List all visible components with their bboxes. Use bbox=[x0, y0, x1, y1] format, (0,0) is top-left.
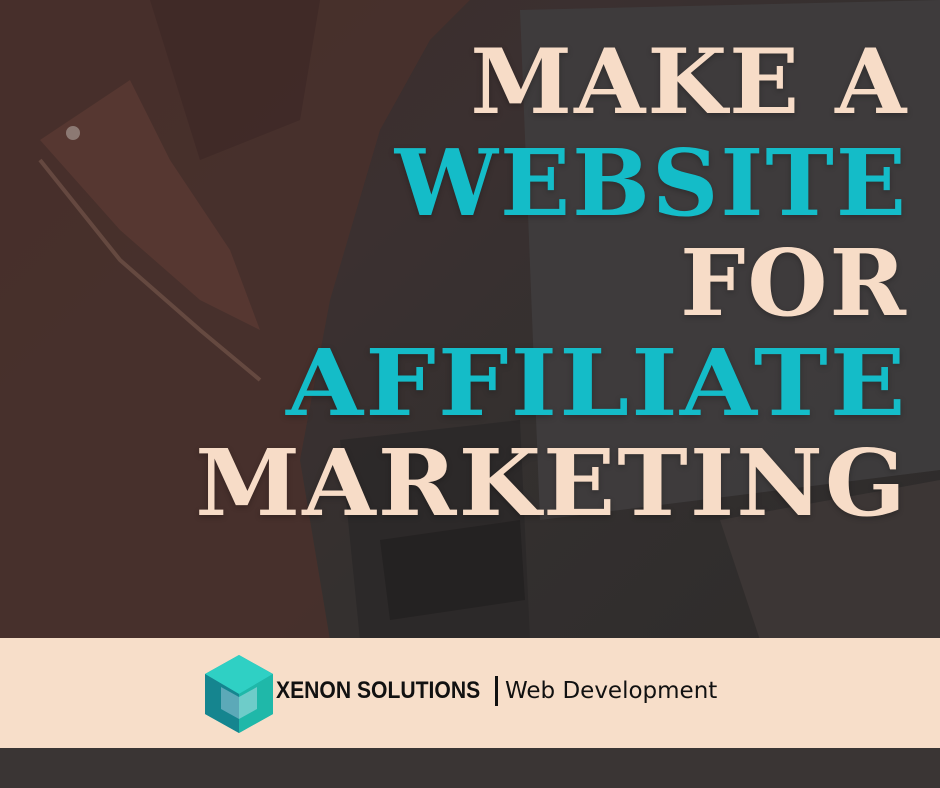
headline-line-1: MAKE A bbox=[469, 29, 908, 135]
bottom-strip bbox=[0, 748, 940, 788]
promo-banner: MAKE A WEBSITE FOR AFFILIATE MARKETING X… bbox=[0, 0, 940, 788]
divider bbox=[495, 676, 498, 706]
headline-line-2: WEBSITE bbox=[394, 129, 908, 237]
brand-tagline: Web Development bbox=[505, 678, 718, 704]
hexagon-cube-logo-icon bbox=[205, 655, 273, 733]
brand-bar: XENON SOLUTIONS Web Development bbox=[0, 638, 940, 748]
headline-line-5: MARKETING bbox=[195, 429, 908, 537]
brand-name: XENON SOLUTIONS bbox=[276, 677, 481, 704]
headline-line-3: FOR bbox=[680, 229, 908, 337]
headline-line-4: AFFILIATE bbox=[286, 329, 908, 437]
